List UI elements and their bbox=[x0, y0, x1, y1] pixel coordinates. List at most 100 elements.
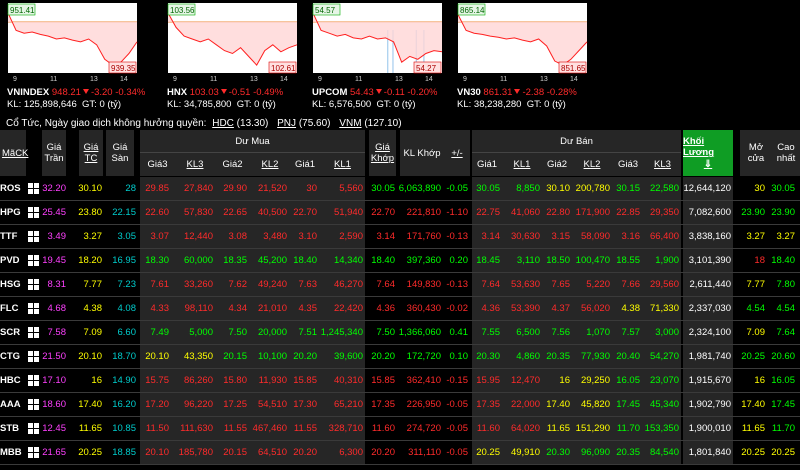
header-kl2-sell[interactable]: KL2 bbox=[572, 153, 612, 176]
table-row[interactable]: SCR 7.58 7.09 6.60 7.49 5,000 7.50 20,000 7.51 1,… bbox=[0, 321, 800, 344]
header-kl2-buy[interactable]: KL2 bbox=[250, 153, 290, 176]
grid-menu-icon[interactable] bbox=[28, 279, 39, 290]
header-reference-price[interactable]: Giá TC bbox=[79, 130, 103, 176]
header-change-label: +/- bbox=[451, 147, 463, 159]
cell-ask2-volume: 200,780 bbox=[572, 177, 612, 200]
table-row[interactable]: HBC 17.10 16 14.90 15.75 86,260 15.80 11,930 15.… bbox=[0, 369, 800, 392]
table-row[interactable]: MBB 21.65 20.25 18.85 20.10 185,780 20.15 64,51… bbox=[0, 441, 800, 464]
index-percent: -0.28% bbox=[546, 87, 577, 98]
stock-symbol[interactable]: HBC bbox=[0, 369, 26, 392]
grid-menu-icon[interactable] bbox=[28, 375, 39, 386]
cell-bid1-price: 20.20 bbox=[289, 345, 319, 368]
cell-ask3-price: 17.45 bbox=[612, 393, 642, 416]
cell-bid3-price: 15.75 bbox=[140, 369, 171, 392]
dividend-link-hdc[interactable]: HDC bbox=[212, 118, 234, 129]
header-kl3-sell-label: KL3 bbox=[654, 159, 671, 170]
header-mack[interactable]: MãCK bbox=[0, 130, 28, 176]
table-row[interactable]: AAA 18.60 17.40 16.20 17.20 96,220 17.25 54,510… bbox=[0, 393, 800, 416]
stock-symbol[interactable]: MBB bbox=[0, 441, 26, 464]
sort-down-icon: ⇓ bbox=[703, 159, 713, 170]
table-row[interactable]: STB 12.45 11.65 10.85 11.50 111,630 11.55 467,4… bbox=[0, 417, 800, 440]
table-row[interactable]: TTF 3.49 3.27 3.05 3.07 12,440 3.08 3,480 3.10 2,… bbox=[0, 225, 800, 248]
cell-high-price: 3.27 bbox=[776, 231, 796, 242]
cell-match-volume: 397,360 bbox=[406, 255, 441, 266]
cell-open-price: 7.77 bbox=[746, 279, 766, 290]
cell-total-volume: 2,337,030 bbox=[683, 297, 733, 320]
table-row[interactable]: FLC 4.68 4.38 4.08 4.33 98,110 4.34 21,010 4.35 2… bbox=[0, 297, 800, 320]
index-card-vnindex[interactable]: 951.41 939.35 9 11 13 14 VNINDEX 948.21 -3.20 -… bbox=[5, 0, 151, 112]
table-row[interactable]: HPG 25.45 23.80 22.15 22.60 57,830 22.65 40,500… bbox=[0, 201, 800, 224]
index-value: 54.43 bbox=[350, 87, 374, 98]
stock-symbol[interactable]: FLC bbox=[0, 297, 26, 320]
table-row[interactable]: ROS 32.20 30.10 28 29.85 27,840 29.90 21,520 30 5… bbox=[0, 177, 800, 200]
cell-bid3-volume: 5,000 bbox=[171, 321, 215, 344]
kl-value: 6,576,500 bbox=[328, 99, 372, 110]
grid-menu-icon[interactable] bbox=[28, 351, 39, 362]
cell-bid1-volume: 328,710 bbox=[319, 417, 365, 440]
grid-menu-icon[interactable] bbox=[28, 327, 39, 338]
header-kl3-sell[interactable]: KL3 bbox=[644, 153, 681, 176]
gt-label: GT: bbox=[236, 99, 252, 110]
stock-symbol[interactable]: SCR bbox=[0, 321, 26, 344]
gt-value: 0 (tỷ) bbox=[544, 99, 566, 110]
down-arrow-icon bbox=[220, 89, 227, 94]
cell-high-price: 7.64 bbox=[776, 327, 796, 338]
cell-bid2-price: 20.15 bbox=[215, 441, 249, 464]
index-card-hnx[interactable]: 103.56 102.61 9 11 13 14 HNX 103.03 -0.51 -0.49… bbox=[165, 0, 311, 112]
cell-ask1-volume: 64,020 bbox=[502, 417, 542, 440]
cell-total-volume: 1,915,670 bbox=[683, 369, 733, 392]
grid-menu-icon[interactable] bbox=[28, 255, 39, 266]
cell-bid3-price: 18.30 bbox=[140, 249, 171, 272]
grid-menu-icon[interactable] bbox=[28, 399, 39, 410]
header-change[interactable]: +/- bbox=[444, 130, 470, 176]
cell-bid1-volume: 5,560 bbox=[319, 177, 365, 200]
index-chart: 54.57 54.27 9 11 13 14 bbox=[312, 3, 443, 83]
table-row[interactable]: CTG 21.50 20.10 18.70 20.10 43,350 20.15 10,100… bbox=[0, 345, 800, 368]
cell-ask3-volume: 54,270 bbox=[642, 345, 681, 368]
stock-symbol[interactable]: PVD bbox=[0, 249, 26, 272]
cell-ask1-volume: 8,850 bbox=[502, 177, 542, 200]
stock-symbol[interactable]: ROS bbox=[0, 177, 26, 200]
high-label: 103.56 bbox=[170, 6, 195, 15]
grid-menu-icon[interactable] bbox=[28, 303, 39, 314]
cell-bid3-volume: 185,780 bbox=[171, 441, 215, 464]
grid-menu-icon[interactable] bbox=[28, 183, 39, 194]
cell-floor: 4.08 bbox=[117, 303, 137, 314]
grid-menu-icon[interactable] bbox=[28, 423, 39, 434]
table-row[interactable]: PVD 19.45 18.20 16.95 18.30 60,000 18.35 45,200… bbox=[0, 249, 800, 272]
header-kl3-buy[interactable]: KL3 bbox=[175, 153, 215, 176]
dividend-link-vnm[interactable]: VNM bbox=[339, 118, 361, 129]
down-arrow-icon bbox=[375, 89, 382, 94]
stock-symbol[interactable]: STB bbox=[0, 417, 26, 440]
stock-symbol[interactable]: AAA bbox=[0, 393, 26, 416]
cell-reference: 7.77 bbox=[83, 279, 103, 290]
cell-change: -0.05 bbox=[446, 399, 468, 410]
cell-change: -0.15 bbox=[446, 375, 468, 386]
grid-menu-icon[interactable] bbox=[28, 231, 39, 242]
header-floor-price: Giá Sàn bbox=[106, 130, 134, 176]
cell-open-price: 18 bbox=[754, 255, 765, 266]
cell-bid3-price: 11.50 bbox=[140, 417, 171, 440]
stock-symbol[interactable]: HSG bbox=[0, 273, 26, 296]
cell-ask2-volume: 100,470 bbox=[572, 249, 612, 272]
index-card-vn30[interactable]: 865.14 851.65 9 11 13 14 VN30 861.31 -2.38 -0.2… bbox=[455, 0, 601, 112]
header-kl1-sell[interactable]: KL1 bbox=[502, 153, 542, 176]
table-row[interactable]: HSG 8.31 7.77 7.23 7.61 33,260 7.62 49,240 7.63 4… bbox=[0, 273, 800, 296]
cell-reference: 3.27 bbox=[83, 231, 103, 242]
stock-symbol[interactable]: CTG bbox=[0, 345, 26, 368]
grid-menu-icon[interactable] bbox=[28, 207, 39, 218]
stock-symbol[interactable]: TTF bbox=[0, 225, 26, 248]
header-ceiling-price: Giá Trần bbox=[42, 130, 66, 176]
grid-menu-icon[interactable] bbox=[28, 447, 39, 458]
dividend-link-pnj[interactable]: PNJ bbox=[277, 118, 296, 129]
cell-ask1-price: 20.25 bbox=[472, 441, 502, 464]
x-tick-label: 11 bbox=[210, 76, 217, 83]
header-match-price[interactable]: Giá Khớp bbox=[369, 130, 396, 176]
stock-symbol[interactable]: HPG bbox=[0, 201, 26, 224]
header-du-ban-label: Dư Bán bbox=[560, 135, 593, 147]
header-total-volume[interactable]: Khối Lương ⇓ bbox=[683, 130, 733, 176]
cell-ask2-price: 20.30 bbox=[542, 441, 572, 464]
index-card-upcom[interactable]: 54.57 54.27 9 11 13 14 UPCOM 54.43 -0.11 -0.20%… bbox=[310, 0, 456, 112]
header-kl1-buy[interactable]: KL1 bbox=[320, 153, 365, 176]
cell-bid1-price: 3.10 bbox=[289, 225, 319, 248]
